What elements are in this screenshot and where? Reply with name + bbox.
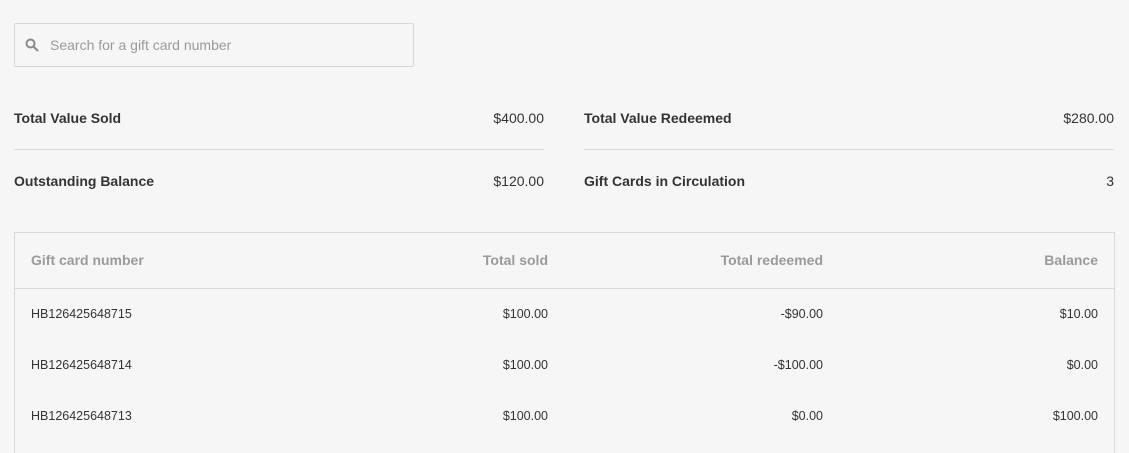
- search-box[interactable]: [14, 23, 414, 67]
- stat-total-value-redeemed: Total Value Redeemed $280.00: [584, 110, 1114, 130]
- gift-card-number[interactable]: HB126425648713: [31, 409, 132, 423]
- total-redeemed: -$90.00: [780, 307, 823, 321]
- gift-card-table: Gift card number Total sold Total redeem…: [14, 232, 1115, 453]
- search-icon: [25, 38, 39, 52]
- total-redeemed: $0.00: [791, 409, 823, 423]
- total-redeemed: -$100.00: [773, 358, 823, 372]
- stat-label: Total Value Redeemed: [584, 110, 732, 126]
- column-header-gift-card-number[interactable]: Gift card number: [31, 252, 144, 268]
- stat-label: Total Value Sold: [14, 110, 122, 126]
- stat-value: 3: [1106, 173, 1114, 189]
- stat-total-value-sold: Total Value Sold $400.00: [14, 110, 544, 130]
- total-sold: $100.00: [502, 409, 548, 423]
- stat-value: $120.00: [493, 173, 544, 189]
- total-sold: $100.00: [502, 358, 548, 372]
- table-row[interactable]: HB126425648714 $100.00 -$100.00 $0.00: [15, 340, 1114, 391]
- gift-card-number[interactable]: HB126425648715: [31, 307, 132, 321]
- total-sold: $100.00: [502, 307, 548, 321]
- table-header: Gift card number Total sold Total redeem…: [15, 233, 1114, 289]
- stat-value: $400.00: [493, 110, 544, 126]
- stat-label: Gift Cards in Circulation: [584, 173, 746, 189]
- stat-gift-cards-in-circulation: Gift Cards in Circulation 3: [584, 173, 1114, 193]
- balance: $100.00: [1052, 409, 1098, 423]
- table-row[interactable]: HB126425648715 $100.00 -$90.00 $10.00: [15, 289, 1114, 340]
- column-header-total-sold[interactable]: Total sold: [483, 252, 548, 268]
- gift-card-number[interactable]: HB126425648714: [31, 358, 132, 372]
- balance: $10.00: [1059, 307, 1098, 321]
- stat-label: Outstanding Balance: [14, 173, 155, 189]
- column-header-balance[interactable]: Balance: [1044, 252, 1098, 268]
- divider: [14, 149, 544, 150]
- search-input[interactable]: [50, 24, 405, 66]
- table-row[interactable]: HB126425648713 $100.00 $0.00 $100.00: [15, 391, 1114, 442]
- stat-value: $280.00: [1063, 110, 1114, 126]
- stat-outstanding-balance: Outstanding Balance $120.00: [14, 173, 544, 193]
- divider: [584, 149, 1114, 150]
- balance: $0.00: [1066, 358, 1098, 372]
- column-header-total-redeemed[interactable]: Total redeemed: [721, 252, 823, 268]
